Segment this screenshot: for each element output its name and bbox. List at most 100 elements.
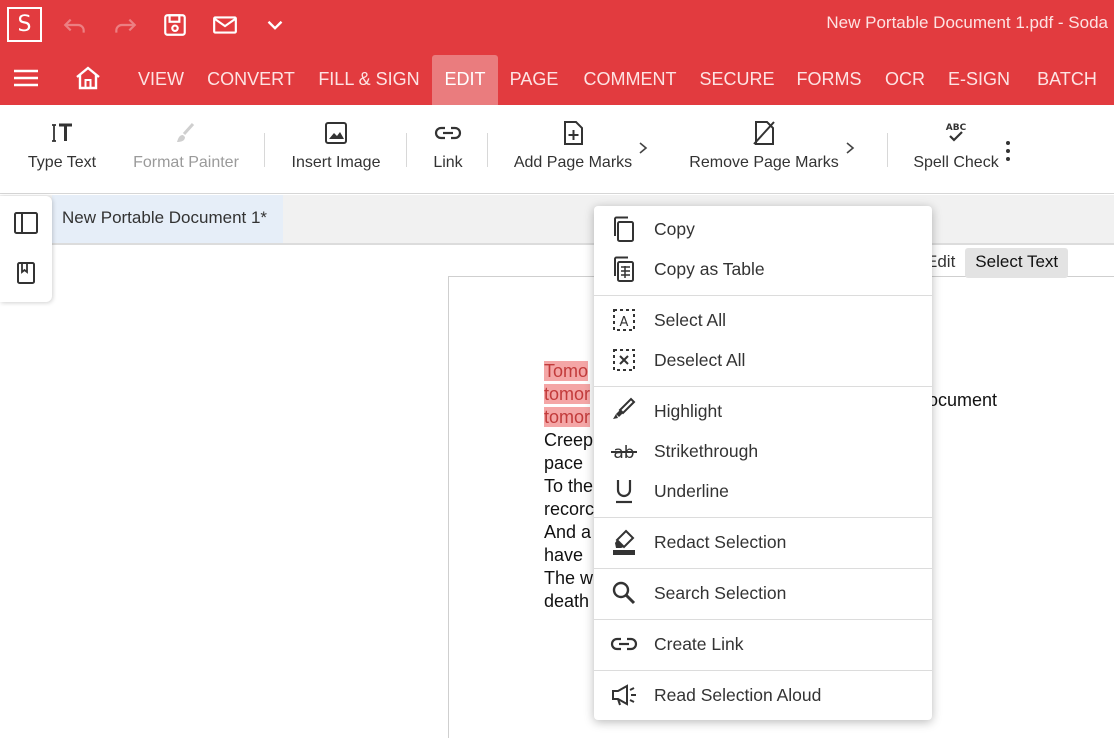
undo-icon: [63, 18, 85, 33]
menu-item-label: Create Link: [654, 633, 744, 654]
menu-divider: [594, 517, 932, 518]
ribbon-toolbar: Type Text Format Painter Insert Image Li…: [0, 105, 1114, 194]
bookmark-icon[interactable]: [13, 260, 39, 286]
copy-icon: [614, 216, 634, 242]
tab-convert[interactable]: CONVERT: [200, 55, 302, 105]
link-icon: [434, 126, 462, 140]
menu-item-create-link[interactable]: Create Link: [594, 624, 932, 664]
tab-batch[interactable]: BATCH: [1026, 55, 1108, 105]
select-text-mode-button[interactable]: Select Text: [965, 248, 1069, 278]
link-label: Link: [433, 154, 463, 171]
menu-item-search-selection[interactable]: Search Selection: [594, 573, 932, 613]
document-text[interactable]: Tomo tomor tomor Creep pace To the recor…: [544, 360, 594, 613]
text-line[interactable]: Creep: [544, 429, 594, 452]
window-title: New Portable Document 1.pdf - Soda: [826, 13, 1108, 32]
select-all-icon: A: [613, 309, 635, 331]
menu-item-read-selection-aloud[interactable]: Read Selection Aloud: [594, 675, 932, 715]
save-button[interactable]: [160, 10, 190, 40]
menu-item-copy-as-table[interactable]: Copy as Table: [594, 249, 932, 289]
panel-toggle-icon[interactable]: [13, 210, 39, 236]
tab-secure[interactable]: SECURE: [694, 55, 780, 105]
text-line[interactable]: tomor: [544, 407, 591, 427]
text-line[interactable]: death: [544, 590, 594, 613]
menu-item-highlight[interactable]: Highlight: [594, 391, 932, 431]
menu-divider: [594, 386, 932, 387]
menu-item-underline[interactable]: Underline: [594, 471, 932, 511]
text-line[interactable]: To the: [544, 475, 594, 498]
text-line[interactable]: And a: [544, 521, 594, 544]
remove-page-icon: [753, 121, 775, 145]
tab-forms[interactable]: FORMS: [788, 55, 870, 105]
type-text-label: Type Text: [27, 154, 97, 171]
more-options-icon[interactable]: [999, 139, 1017, 163]
menu-divider: [594, 670, 932, 671]
menu-divider: [594, 295, 932, 296]
spell-check-label: Spell Check: [913, 154, 999, 171]
app-logo[interactable]: S: [7, 7, 42, 42]
menu-item-label: Redact Selection: [654, 531, 787, 552]
chevron-down-icon: [267, 20, 283, 30]
text-line[interactable]: have: [544, 544, 594, 567]
svg-text:ABC: ABC: [946, 123, 967, 133]
tab-e-sign[interactable]: E-SIGN: [940, 55, 1018, 105]
spell-check-button[interactable]: ABC Spell Check: [910, 105, 1002, 194]
menu-item-strikethrough[interactable]: ab Strikethrough: [594, 431, 932, 471]
menu-item-label: Highlight: [654, 400, 723, 421]
deselect-all-icon: [613, 349, 635, 371]
menu-item-label: Select All: [654, 309, 726, 330]
text-line[interactable]: The w: [544, 567, 594, 590]
tab-comment[interactable]: COMMENT: [574, 55, 686, 105]
tab-fill-sign[interactable]: FILL & SIGN: [308, 55, 430, 105]
hamburger-menu-button[interactable]: [12, 64, 40, 92]
menu-item-label: Read Selection Aloud: [654, 684, 822, 705]
text-line[interactable]: pace: [544, 452, 594, 475]
menu-item-label: Search Selection: [654, 582, 787, 603]
text-fragment[interactable]: ocument: [928, 390, 997, 411]
ribbon-divider: [887, 133, 888, 167]
link-icon: [610, 637, 638, 651]
type-text-button[interactable]: Type Text: [20, 105, 104, 194]
remove-page-marks-button[interactable]: Remove Page Marks: [686, 105, 842, 194]
undo-button[interactable]: [60, 10, 90, 40]
document-tab[interactable]: New Portable Document 1*: [52, 195, 283, 243]
text-line[interactable]: Tomo: [544, 361, 589, 381]
document-tab-strip: New Portable Document 1*: [0, 195, 1114, 245]
mode-toggle: Edit Select Text: [916, 248, 1069, 278]
link-button[interactable]: Link: [424, 105, 472, 194]
menu-item-deselect-all[interactable]: Deselect All: [594, 340, 932, 380]
home-button[interactable]: [74, 64, 102, 92]
ribbon-divider: [406, 133, 407, 167]
tab-edit[interactable]: EDIT: [432, 55, 498, 105]
add-page-marks-label: Add Page Marks: [513, 154, 633, 171]
menu-item-copy[interactable]: Copy: [594, 209, 932, 249]
tab-page[interactable]: PAGE: [502, 55, 566, 105]
redo-button[interactable]: [110, 10, 140, 40]
email-button[interactable]: [210, 10, 240, 40]
copy-table-icon: [614, 256, 634, 282]
menu-item-label: Copy: [654, 218, 695, 239]
format-painter-button[interactable]: Format Painter: [128, 105, 244, 194]
context-menu: Copy Copy as Table A Select All Deselect…: [594, 206, 932, 720]
quick-access-more-button[interactable]: [260, 10, 290, 40]
chevron-right-icon[interactable]: [844, 141, 856, 155]
insert-image-label: Insert Image: [291, 154, 381, 171]
menu-item-label: Deselect All: [654, 349, 746, 370]
tab-view[interactable]: VIEW: [128, 55, 194, 105]
menu-item-label: Underline: [654, 480, 729, 501]
menu-item-redact-selection[interactable]: Redact Selection: [594, 522, 932, 562]
underline-icon: [616, 480, 632, 504]
text-line[interactable]: recorc: [544, 498, 594, 521]
highlighter-icon: [613, 397, 636, 419]
app-logo-letter: S: [17, 12, 32, 37]
chevron-right-icon[interactable]: [637, 141, 649, 155]
svg-text:A: A: [620, 315, 629, 330]
tab-ocr[interactable]: OCR: [878, 55, 932, 105]
text-line[interactable]: tomor: [544, 384, 591, 404]
spell-check-icon: ABC: [946, 123, 967, 142]
insert-image-button[interactable]: Insert Image: [284, 105, 388, 194]
save-icon: [164, 14, 186, 36]
add-page-marks-button[interactable]: Add Page Marks: [510, 105, 636, 194]
redo-icon: [115, 18, 137, 33]
type-text-icon: [52, 123, 72, 142]
menu-item-select-all[interactable]: A Select All: [594, 300, 932, 340]
